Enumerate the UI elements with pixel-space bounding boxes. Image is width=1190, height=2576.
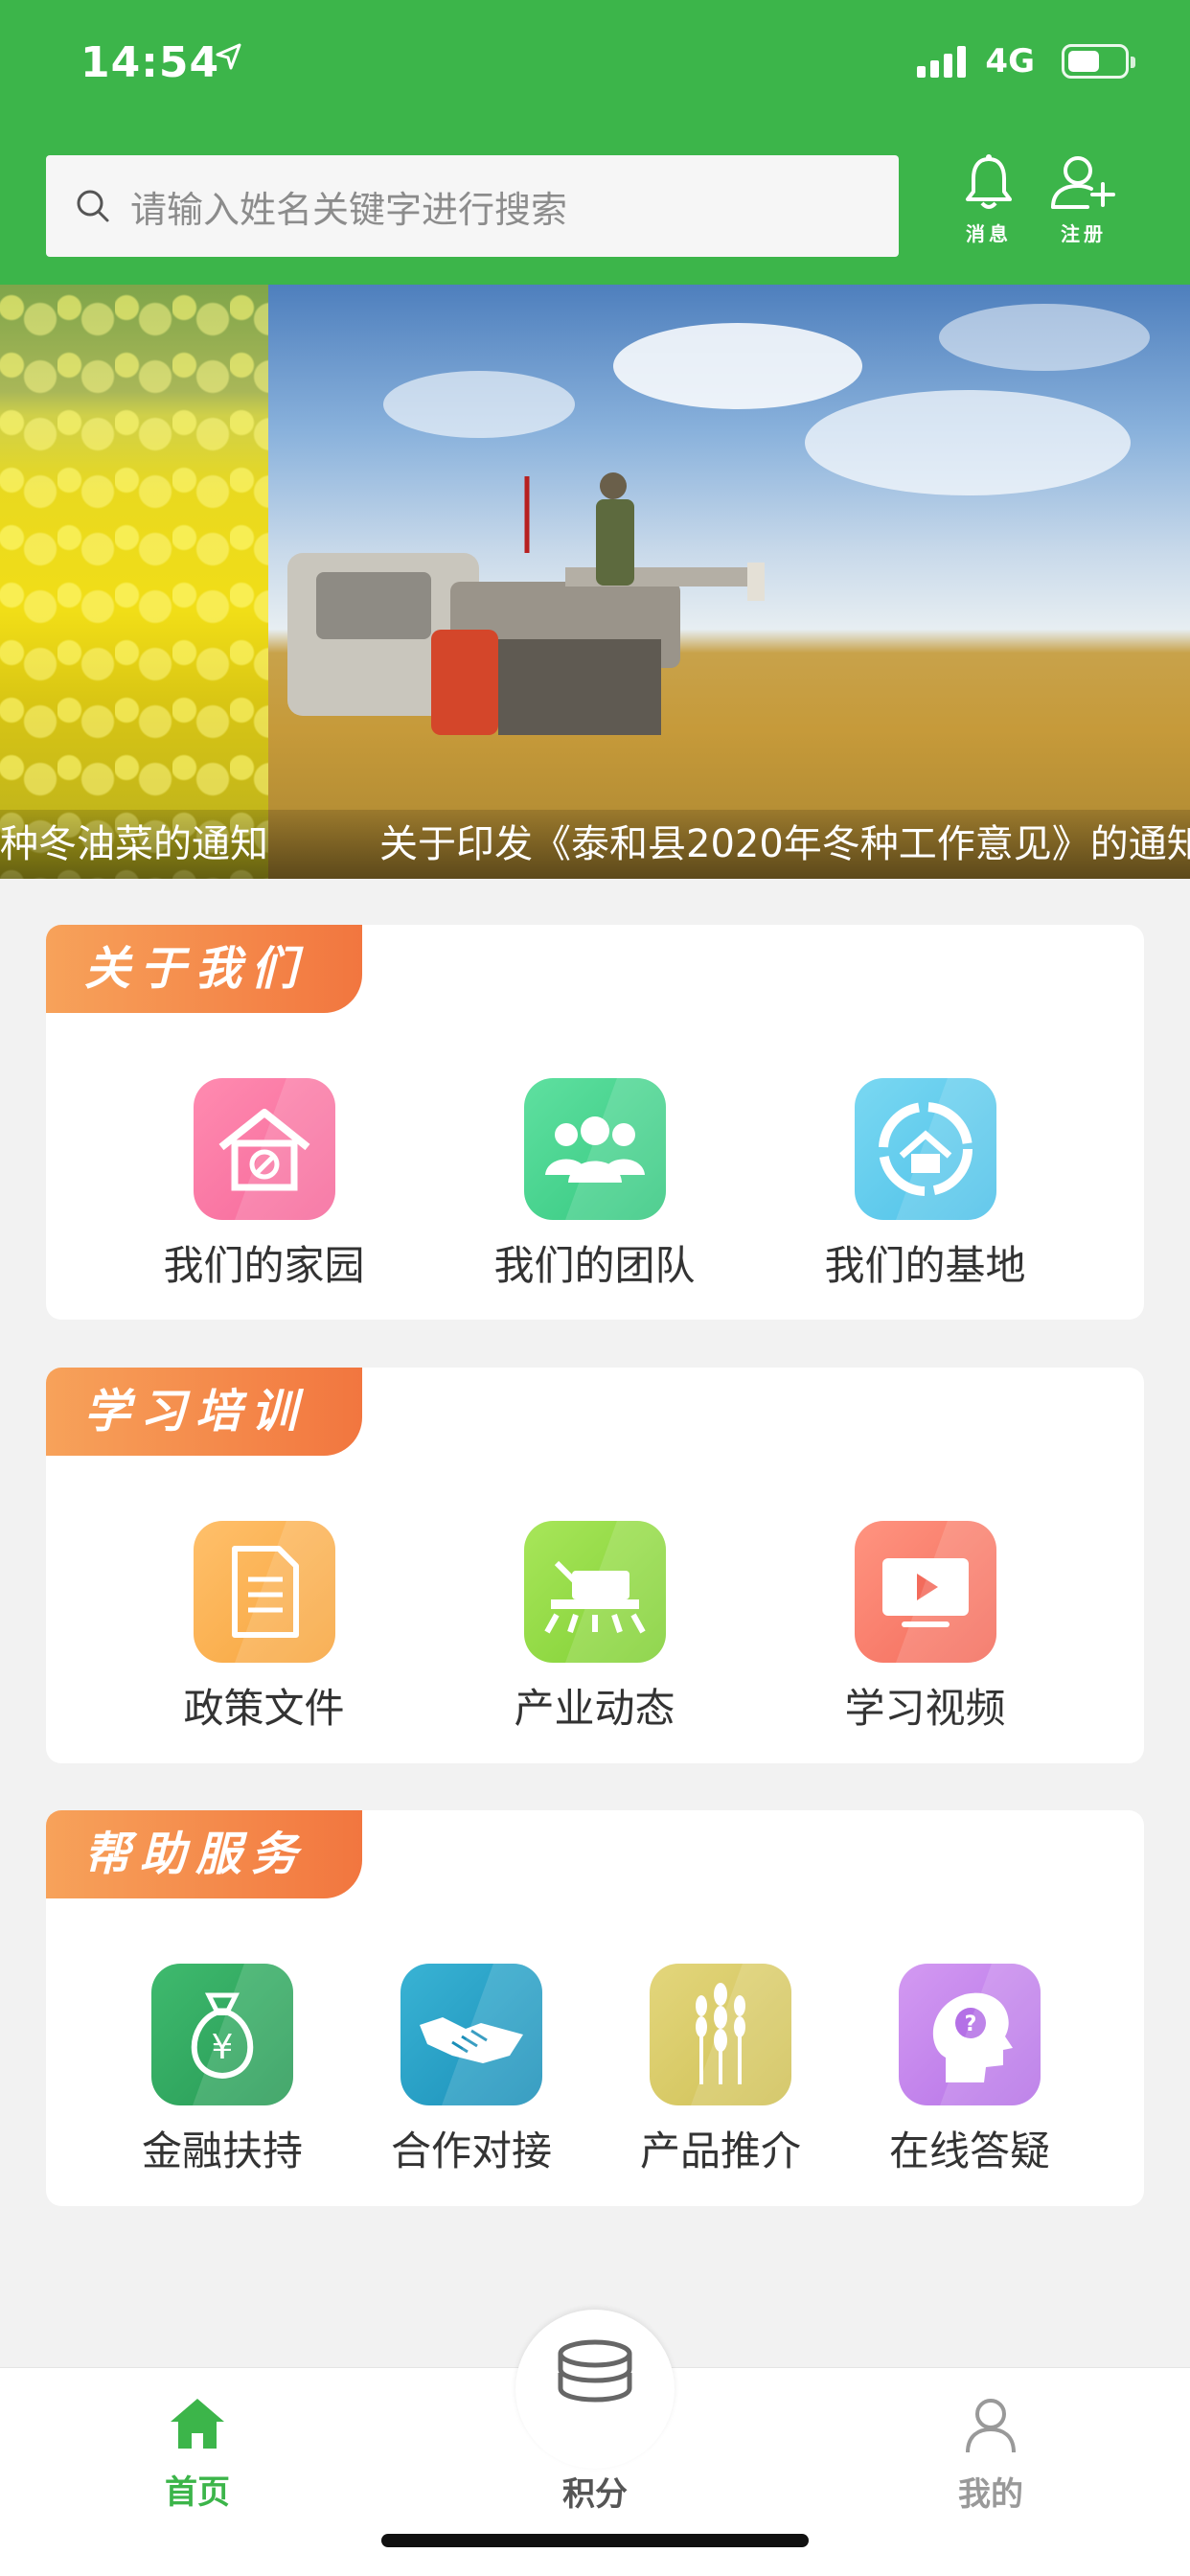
menu-item-products[interactable]: 产品推介 [596, 1964, 845, 2177]
menu-item-policy[interactable]: 政策文件 [99, 1521, 429, 1735]
register-label: 注册 [1061, 222, 1107, 245]
menu-item-label: 产业动态 [514, 1685, 675, 1732]
svg-text:?: ? [965, 2012, 977, 2036]
signal-icon [917, 45, 967, 78]
menu-item-label: 我们的家园 [163, 1242, 365, 1289]
menu-item-video[interactable]: 学习视频 [760, 1521, 1090, 1735]
section-title-about: 关于我们 [46, 925, 362, 1013]
menu-item-team[interactable]: 我们的团队 [429, 1078, 760, 1292]
learning-card: 学习培训 政策文件 产业动态 学习视频 [46, 1368, 1144, 1763]
document-icon [193, 1521, 335, 1663]
location-arrow-icon [216, 43, 241, 70]
search-input[interactable]: 请输入姓名关键字进行搜索 [46, 155, 899, 257]
party-home-icon [193, 1078, 335, 1220]
menu-item-label: 政策文件 [183, 1685, 345, 1732]
menu-item-label: 我们的团队 [493, 1242, 696, 1289]
section-title-help: 帮助服务 [46, 1810, 362, 1898]
menu-item-base[interactable]: 我们的基地 [760, 1078, 1090, 1292]
points-center-button[interactable] [515, 2310, 675, 2469]
search-placeholder: 请输入姓名关键字进行搜索 [130, 188, 568, 231]
svg-text:¥: ¥ [212, 2028, 234, 2067]
tab-home-label: 首页 [165, 2473, 230, 2512]
tab-home[interactable]: 首页 [121, 2395, 274, 2513]
app-header: 14:54 4G 请输入姓名关键字进行搜索 消息 注册 [0, 0, 1190, 285]
team-icon [523, 1078, 666, 1220]
harvester-image [287, 472, 765, 735]
wheat-icon [650, 1964, 791, 2105]
handshake-icon [400, 1964, 542, 2105]
banner-slide-harvest[interactable] [268, 285, 1190, 879]
money-bag-icon: ¥ [151, 1964, 293, 2105]
tab-points-label: 积分 [562, 2475, 628, 2514]
network-type: 4G [985, 42, 1035, 80]
tab-mine[interactable]: 我的 [914, 2395, 1067, 2515]
menu-item-home[interactable]: 我们的家园 [99, 1078, 429, 1292]
menu-item-qa[interactable]: ? 在线答疑 [845, 1964, 1094, 2177]
menu-item-label: 产品推介 [639, 2128, 801, 2174]
tab-mine-label: 我的 [958, 2475, 1023, 2514]
banner-caption-main: 关于印发《泰和县2020年冬种工作意见》的通知 [268, 810, 1190, 879]
home-indicator [381, 2534, 809, 2547]
help-service-card: 帮助服务 ¥ 金融扶持 合作对接 产品推介 ? 在线答疑 [46, 1810, 1144, 2206]
menu-item-label: 金融扶持 [141, 2128, 303, 2174]
battery-icon [1062, 44, 1135, 79]
section-title-learning: 学习培训 [46, 1368, 362, 1456]
menu-item-industry[interactable]: 产业动态 [429, 1521, 760, 1735]
about-us-card: 关于我们 我们的家园 我们的团队 我们的基地 [46, 925, 1144, 1320]
banner-slide-rapeseed[interactable] [0, 285, 268, 879]
bell-icon [966, 154, 1012, 209]
video-icon [854, 1521, 996, 1663]
coins-stack-icon [558, 2339, 632, 2403]
banner-caption-left: 种冬油菜的通知 [0, 810, 268, 879]
menu-item-label: 学习视频 [844, 1685, 1006, 1732]
menu-item-cooperation[interactable]: 合作对接 [347, 1964, 596, 2177]
menu-item-label: 在线答疑 [888, 2128, 1050, 2174]
user-icon [966, 2399, 1016, 2453]
harvester-icon [523, 1521, 666, 1663]
home-icon [171, 2399, 224, 2449]
register-button[interactable]: 注册 [1041, 153, 1127, 246]
add-user-icon [1051, 156, 1115, 209]
message-button[interactable]: 消息 [946, 153, 1032, 246]
menu-item-label: 合作对接 [390, 2128, 552, 2174]
status-indicators: 4G [917, 42, 1135, 80]
message-label: 消息 [966, 222, 1012, 245]
status-time: 14:54 [80, 38, 220, 87]
search-icon [77, 190, 109, 222]
menu-item-finance[interactable]: ¥ 金融扶持 [98, 1964, 347, 2177]
menu-item-label: 我们的基地 [824, 1242, 1026, 1289]
base-icon [854, 1078, 996, 1220]
question-head-icon: ? [899, 1964, 1041, 2105]
banner-carousel[interactable]: 种冬油菜的通知 关于印发《泰和县2020年冬种工作意见》的通知 [0, 285, 1190, 879]
